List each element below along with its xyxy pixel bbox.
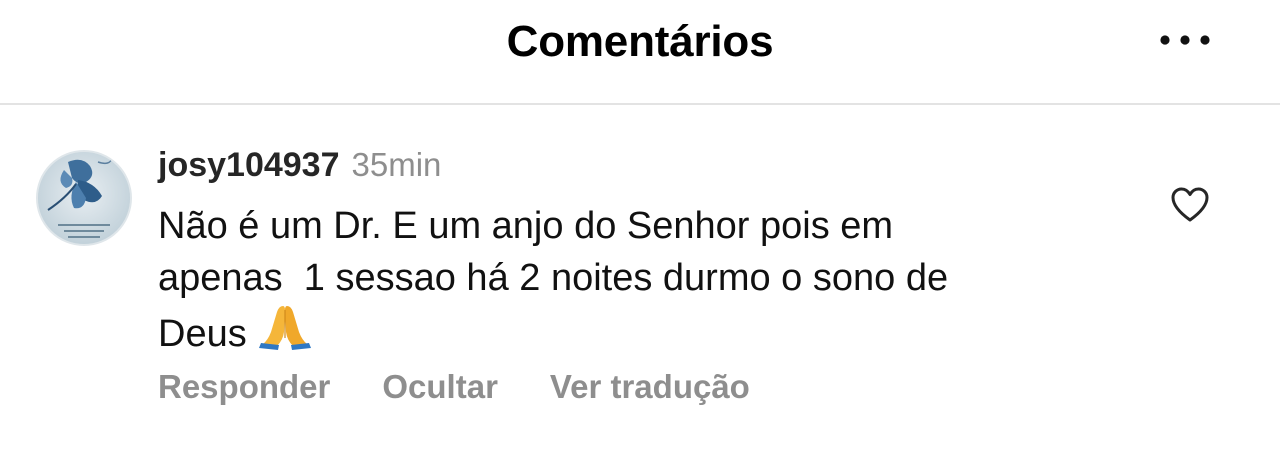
translate-button[interactable]: Ver tradução (550, 368, 750, 406)
hide-button[interactable]: Ocultar (382, 368, 498, 406)
comment-actions: Responder Ocultar Ver tradução (158, 368, 802, 406)
more-horizontal-icon (1160, 35, 1210, 45)
avatar[interactable] (36, 150, 132, 246)
username[interactable]: josy104937 (158, 146, 340, 185)
like-button[interactable] (1170, 186, 1210, 224)
more-options-button[interactable] (1152, 26, 1218, 54)
blue-flower-avatar (38, 152, 130, 244)
comment-text: Não é um Dr. E um anjo do Senhor pois em… (158, 200, 1118, 368)
comments-header: Comentários (0, 0, 1280, 105)
folded-hands-emoji (257, 300, 313, 364)
timestamp: 35min (351, 146, 442, 183)
comment-item: josy104937 35min Não é um Dr. E um anjo … (0, 106, 1280, 468)
page-title: Comentários (506, 17, 774, 66)
comment-meta: josy104937 35min (158, 146, 441, 190)
reply-button[interactable]: Responder (158, 368, 330, 406)
heart-outline-icon (1171, 187, 1209, 222)
